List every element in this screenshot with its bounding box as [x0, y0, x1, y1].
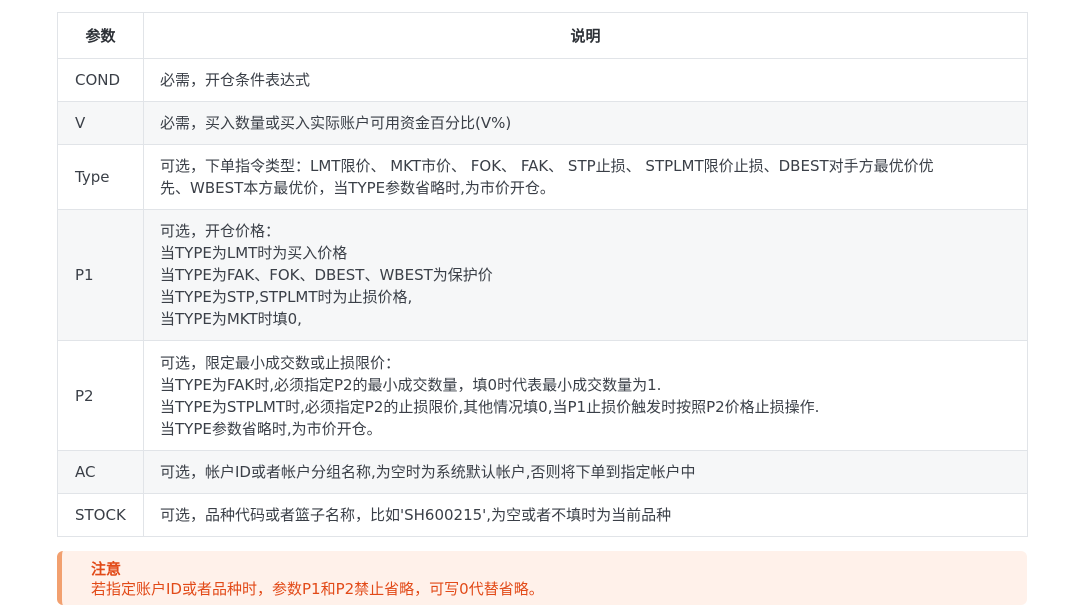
- description-cell: 必需，买入数量或买入实际账户可用资金百分比(V%): [143, 101, 1028, 145]
- description-line: 当TYPE为STP,STPLMT时为止损价格,: [160, 288, 413, 306]
- description-line: 当TYPE为LMT时为买入价格: [160, 244, 348, 262]
- table-row: V 必需，买入数量或买入实际账户可用资金百分比(V%): [57, 101, 1028, 145]
- warning-callout: 注意 若指定账户ID或者品种时，参数P1和P2禁止省略，可写0代替省略。: [57, 551, 1027, 605]
- description-line: 可选，限定最小成交数或止损限价：: [160, 353, 401, 372]
- table-row: AC 可选，帐户ID或者帐户分组名称,为空时为系统默认帐户,否则将下单到指定帐户…: [57, 450, 1028, 494]
- description-cell: 必需，开仓条件表达式: [143, 58, 1028, 102]
- parameter-table: 参数 说明 COND 必需，开仓条件表达式 V 必需，买入数量或买入实际账户可用…: [57, 12, 1028, 537]
- warning-title: 注意: [91, 560, 122, 578]
- description-line: 当TYPE参数省略时,为市价开仓。: [160, 419, 382, 438]
- description-line: 必需，开仓条件表达式: [160, 71, 311, 89]
- description-line: 当TYPE为STPLMT时,必须指定P2的止损限价,其他情况填0,当P1止损价触…: [160, 397, 820, 416]
- description-cell: 可选，限定最小成交数或止损限价： 当TYPE为FAK时,必须指定P2的最小成交数…: [143, 340, 1028, 451]
- description-line: 先、WBEST本方最优价，当TYPE参数省略时,为市价开仓。: [160, 179, 555, 197]
- param-cell: V: [57, 101, 144, 145]
- description-cell: 可选，开仓价格： 当TYPE为LMT时为买入价格 当TYPE为FAK、FOK、D…: [143, 209, 1028, 341]
- table-row: P1 可选，开仓价格： 当TYPE为LMT时为买入价格 当TYPE为FAK、FO…: [57, 209, 1028, 341]
- param-cell: P1: [57, 209, 144, 341]
- table-header-row: 参数 说明: [57, 12, 1028, 59]
- param-cell: STOCK: [57, 493, 144, 537]
- table-row: STOCK 可选，品种代码或者篮子名称，比如'SH600215',为空或者不填时…: [57, 493, 1028, 537]
- description-line: 当TYPE为MKT时填0,: [160, 310, 302, 328]
- description-cell: 可选，帐户ID或者帐户分组名称,为空时为系统默认帐户,否则将下单到指定帐户中: [143, 450, 1028, 494]
- description-line: 可选，品种代码或者篮子名称，比如'SH600215',为空或者不填时为当前品种: [160, 506, 672, 524]
- param-cell: Type: [57, 144, 144, 210]
- table-row: P2 可选，限定最小成交数或止损限价： 当TYPE为FAK时,必须指定P2的最小…: [57, 340, 1028, 451]
- param-cell: AC: [57, 450, 144, 494]
- description-line: 必需，买入数量或买入实际账户可用资金百分比(V%): [160, 114, 512, 132]
- description-line: 可选，下单指令类型：LMT限价、 MKT市价、 FOK、 FAK、 STP止损、…: [160, 157, 934, 175]
- param-cell: P2: [57, 340, 144, 451]
- description-line: 当TYPE为FAK、FOK、DBEST、WBEST为保护价: [160, 266, 493, 284]
- description-cell: 可选，品种代码或者篮子名称，比如'SH600215',为空或者不填时为当前品种: [143, 493, 1028, 537]
- parameter-table-container: 参数 说明 COND 必需，开仓条件表达式 V 必需，买入数量或买入实际账户可用…: [57, 12, 1028, 537]
- param-cell: COND: [57, 58, 144, 102]
- table-row: COND 必需，开仓条件表达式: [57, 58, 1028, 102]
- description-line: 可选，帐户ID或者帐户分组名称,为空时为系统默认帐户,否则将下单到指定帐户中: [160, 463, 696, 481]
- description-cell: 可选，下单指令类型：LMT限价、 MKT市价、 FOK、 FAK、 STP止损、…: [143, 144, 1028, 210]
- header-param: 参数: [57, 12, 144, 59]
- header-description: 说明: [143, 12, 1028, 59]
- warning-text: 若指定账户ID或者品种时，参数P1和P2禁止省略，可写0代替省略。: [91, 580, 544, 598]
- description-line: 当TYPE为FAK时,必须指定P2的最小成交数量，填0时代表最小成交数量为1.: [160, 375, 662, 394]
- table-row: Type 可选，下单指令类型：LMT限价、 MKT市价、 FOK、 FAK、 S…: [57, 144, 1028, 210]
- description-line: 可选，开仓价格：: [160, 222, 281, 240]
